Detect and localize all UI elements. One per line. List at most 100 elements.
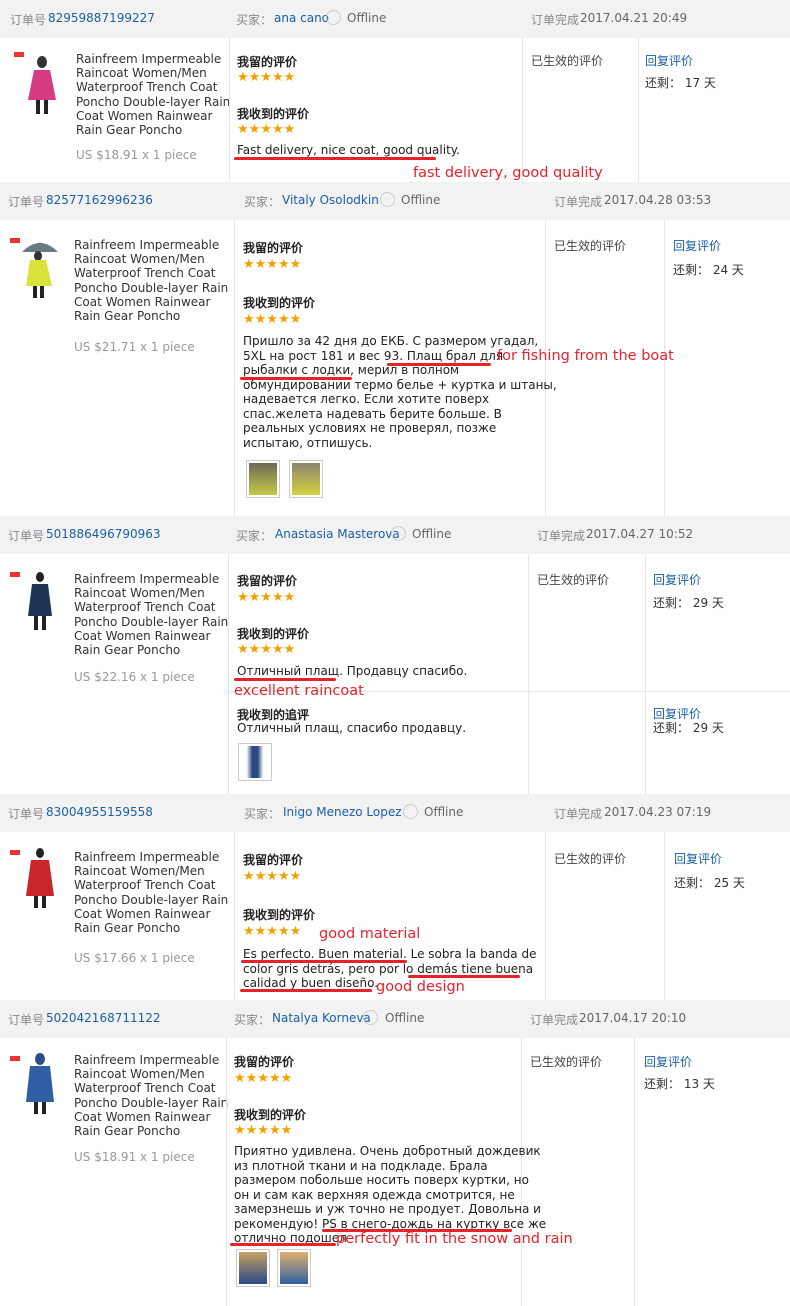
- product-price: US $22.16 x 1 piece: [74, 670, 195, 684]
- divider: [545, 220, 546, 516]
- product-image[interactable]: [18, 570, 62, 634]
- chat-icon[interactable]: [403, 804, 418, 819]
- completed-label: 订单完成: [530, 1013, 579, 1027]
- completed-date: 2017.04.21 20:49: [580, 11, 688, 25]
- divider: [645, 554, 646, 794]
- product-title[interactable]: Rainfreem Impermeable Raincoat Women/Men…: [74, 1053, 229, 1138]
- order-number-link[interactable]: 501886496790963: [46, 527, 161, 541]
- reply-review-link[interactable]: 回复评价: [673, 237, 721, 254]
- order-no-label: 订单号: [8, 195, 45, 209]
- my-rating-stars: ★★★★★: [234, 1071, 293, 1086]
- buyer-label: 买家：: [236, 13, 273, 27]
- review-photo-thumbnail[interactable]: [238, 743, 272, 781]
- buyer-label: 买家：: [244, 195, 281, 209]
- received-review-heading: 我收到的评价: [237, 107, 310, 121]
- time-remaining: 还剩： 17 天: [645, 76, 716, 90]
- received-rating-stars: ★★★★★: [234, 1123, 293, 1138]
- review-status: 已生效的评价: [537, 573, 610, 587]
- order-no-label: 订单号: [8, 1013, 45, 1027]
- completed-label: 订单完成: [537, 529, 586, 543]
- order-no-label: 订单号: [8, 529, 45, 543]
- my-review-heading: 我留的评价: [243, 853, 304, 867]
- order-1: 订单号 82959887199227 买家： ana cano Offline …: [0, 0, 790, 182]
- buyer-name-link[interactable]: Anastasia Masterova: [275, 527, 400, 541]
- product-title[interactable]: Rainfreem Impermeable Raincoat Women/Men…: [74, 238, 229, 323]
- reply-review-link[interactable]: 回复评价: [653, 571, 701, 588]
- order-header: 订单号 83004955159558 买家： Inigo Menezo Lope…: [0, 794, 790, 832]
- my-rating-stars: ★★★★★: [243, 257, 302, 272]
- buyer-name-link[interactable]: Vitaly Osolodkin: [282, 193, 379, 207]
- review-photo-thumbnail[interactable]: [236, 1249, 270, 1287]
- my-review-heading: 我留的评价: [237, 55, 298, 69]
- order-number-link[interactable]: 82577162996236: [46, 193, 153, 207]
- product-price: US $17.66 x 1 piece: [74, 951, 195, 965]
- chat-icon[interactable]: [326, 10, 341, 25]
- completed-date: 2017.04.23 07:19: [604, 805, 712, 819]
- annotation-translation: good design: [376, 979, 465, 995]
- chat-icon[interactable]: [391, 526, 406, 541]
- order-header: 订单号 502042168711122 买家： Natalya Korneva …: [0, 1000, 790, 1038]
- online-status: Offline: [424, 805, 464, 819]
- received-rating-stars: ★★★★★: [243, 924, 302, 939]
- product-image[interactable]: [18, 1052, 62, 1116]
- received-review-heading: 我收到的评价: [243, 908, 316, 922]
- reply-review-link[interactable]: 回复评价: [644, 1053, 692, 1070]
- completed-label: 订单完成: [554, 807, 603, 821]
- product-image[interactable]: [18, 238, 62, 302]
- product-price: US $18.91 x 1 piece: [74, 1150, 195, 1164]
- divider: [545, 832, 546, 1000]
- annotation-underline: [234, 157, 436, 160]
- order-number-link[interactable]: 502042168711122: [46, 1011, 161, 1025]
- reply-review-link[interactable]: 回复评价: [674, 850, 722, 867]
- online-status: Offline: [412, 527, 452, 541]
- review-photo-thumbnail[interactable]: [289, 460, 323, 498]
- order-header: 订单号 82959887199227 买家： ana cano Offline …: [0, 0, 790, 38]
- completed-label: 订单完成: [531, 13, 580, 27]
- divider: [634, 1038, 635, 1306]
- annotation-underline: [240, 989, 372, 992]
- my-review-heading: 我留的评价: [234, 1055, 295, 1069]
- divider: [664, 220, 665, 516]
- product-title[interactable]: Rainfreem Impermeable Raincoat Women/Men…: [74, 572, 229, 657]
- order-2: 订单号 82577162996236 买家： Vitaly Osolodkin …: [0, 182, 790, 516]
- review-status: 已生效的评价: [554, 239, 627, 253]
- product-title[interactable]: Rainfreem Impermeable Raincoat Women/Men…: [74, 850, 229, 935]
- buyer-name-link[interactable]: Natalya Korneva: [272, 1011, 371, 1025]
- annotation-translation: fast delivery, good quality: [413, 165, 603, 181]
- order-no-label: 订单号: [10, 13, 47, 27]
- product-image[interactable]: [20, 54, 64, 118]
- received-rating-stars: ★★★★★: [237, 642, 296, 657]
- review-photo-thumbnail[interactable]: [246, 460, 280, 498]
- annotation-translation: excellent raincoat: [234, 683, 364, 699]
- order-number-link[interactable]: 82959887199227: [48, 11, 155, 25]
- time-remaining: 还剩： 29 天: [653, 596, 724, 610]
- product-image[interactable]: [18, 846, 62, 910]
- product-price: US $18.91 x 1 piece: [76, 148, 197, 162]
- order-no-label: 订单号: [8, 807, 45, 821]
- online-status: Offline: [385, 1011, 425, 1025]
- followup-time-remaining: 还剩： 29 天: [653, 721, 724, 735]
- completed-date: 2017.04.28 03:53: [604, 193, 712, 207]
- buyer-name-link[interactable]: ana cano: [274, 11, 329, 25]
- received-review-heading: 我收到的评价: [237, 627, 310, 641]
- my-rating-stars: ★★★★★: [237, 70, 296, 85]
- followup-text: Отличный плащ, спасибо продавцу.: [237, 721, 467, 735]
- time-remaining: 还剩： 24 天: [673, 263, 744, 277]
- review-photo-thumbnail[interactable]: [277, 1249, 311, 1287]
- completed-date: 2017.04.27 10:52: [586, 527, 694, 541]
- chat-icon[interactable]: [380, 192, 395, 207]
- order-number-link[interactable]: 83004955159558: [46, 805, 153, 819]
- received-review-heading: 我收到的评价: [243, 296, 316, 310]
- annotation-underline: [241, 960, 407, 963]
- buyer-name-link[interactable]: Inigo Menezo Lopez: [283, 805, 402, 819]
- product-title[interactable]: Rainfreem Impermeable Raincoat Women/Men…: [76, 52, 231, 137]
- review-status: 已生效的评价: [531, 54, 604, 68]
- reply-review-link[interactable]: 回复评价: [645, 52, 693, 69]
- my-rating-stars: ★★★★★: [237, 590, 296, 605]
- chat-icon[interactable]: [363, 1010, 378, 1025]
- review-text: Fast delivery, nice coat, good quality.: [237, 143, 460, 157]
- buyer-label: 买家：: [244, 807, 281, 821]
- my-review-heading: 我留的评价: [237, 574, 298, 588]
- divider: [229, 38, 230, 182]
- divider: [664, 832, 665, 1000]
